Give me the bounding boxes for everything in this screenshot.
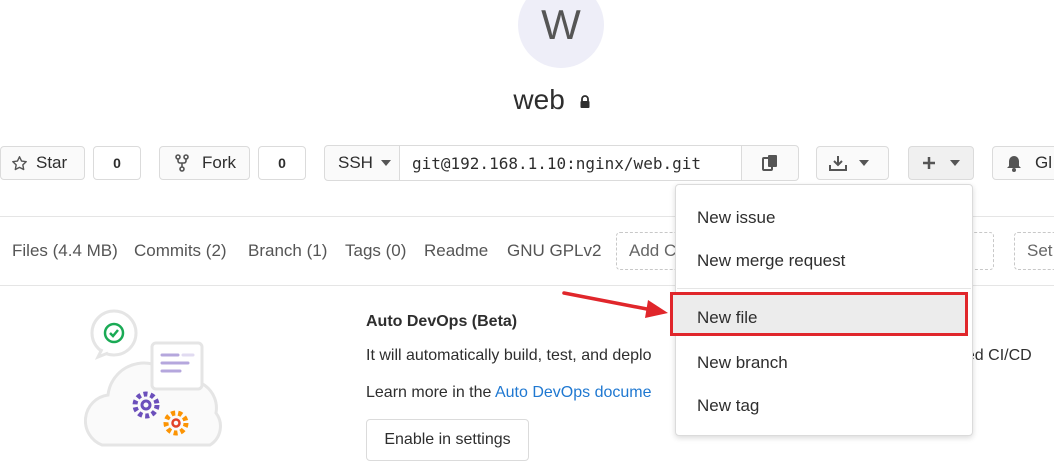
fork-button[interactable]: Fork [159, 146, 250, 180]
menu-item-new-tag[interactable]: New tag [697, 396, 759, 416]
project-name[interactable]: web [513, 84, 564, 115]
setup-button[interactable]: Set [1014, 232, 1054, 270]
menu-item-new-issue[interactable]: New issue [697, 208, 775, 228]
clone-protocol-label: SSH [338, 153, 373, 172]
copy-url-button[interactable] [741, 145, 799, 181]
stat-files[interactable]: Files (4.4 MB) [12, 241, 118, 261]
project-avatar: W [518, 0, 604, 68]
star-count[interactable]: 0 [93, 146, 141, 180]
menu-item-new-file-highlight[interactable]: New file [670, 292, 968, 336]
fork-label: Fork [202, 153, 236, 172]
chevron-down-icon [380, 160, 391, 166]
download-icon [829, 156, 847, 171]
menu-divider [677, 288, 971, 289]
auto-devops-learn-more: Learn more in the Auto DevOps docume [366, 384, 652, 402]
star-icon [12, 155, 27, 170]
fork-count[interactable]: 0 [258, 146, 306, 180]
download-button[interactable] [816, 146, 889, 180]
add-changelog-label: Add C [629, 241, 677, 260]
clipboard-icon [762, 155, 777, 171]
stat-readme[interactable]: Readme [424, 241, 488, 261]
auto-devops-title: Auto DevOps (Beta) [366, 313, 518, 330]
star-button[interactable]: Star [0, 146, 85, 180]
notification-label: Gl [1035, 153, 1052, 172]
plus-icon [923, 157, 935, 169]
fork-count-value: 0 [278, 155, 286, 171]
stat-license[interactable]: GNU GPLv2 [507, 241, 601, 261]
notification-button[interactable]: Gl [992, 146, 1054, 180]
auto-devops-docs-link[interactable]: Auto DevOps docume [495, 384, 652, 401]
auto-devops-description: It will automatically build, test, and d… [366, 347, 652, 364]
avatar-letter: W [541, 1, 581, 48]
stat-tags[interactable]: Tags (0) [345, 241, 406, 261]
star-label: Star [36, 153, 68, 172]
setup-label: Set [1027, 241, 1053, 260]
lock-icon [580, 94, 590, 108]
annotation-arrow [562, 291, 668, 318]
clone-protocol-select[interactable]: SSH [324, 145, 400, 181]
menu-item-new-file[interactable]: New file [697, 308, 757, 328]
menu-item-new-branch[interactable]: New branch [697, 353, 788, 373]
clone-url-value: git@192.168.1.10:nginx/web.git [412, 153, 701, 173]
menu-item-new-merge-request[interactable]: New merge request [697, 251, 845, 271]
chevron-down-icon [859, 160, 869, 166]
chevron-down-icon [950, 160, 960, 166]
enable-in-settings-button[interactable]: Enable in settings [366, 419, 529, 461]
bell-icon [1007, 155, 1021, 172]
stat-commits[interactable]: Commits (2) [134, 241, 227, 261]
new-dropdown-button[interactable] [908, 146, 974, 180]
learn-more-prefix: Learn more in the [366, 384, 495, 401]
stat-branch[interactable]: Branch (1) [248, 241, 327, 261]
fork-icon [175, 154, 189, 172]
clone-url-input[interactable]: git@192.168.1.10:nginx/web.git [399, 145, 742, 181]
auto-devops-illustration [84, 309, 222, 447]
project-title: web [0, 84, 1054, 116]
star-count-value: 0 [113, 155, 121, 171]
